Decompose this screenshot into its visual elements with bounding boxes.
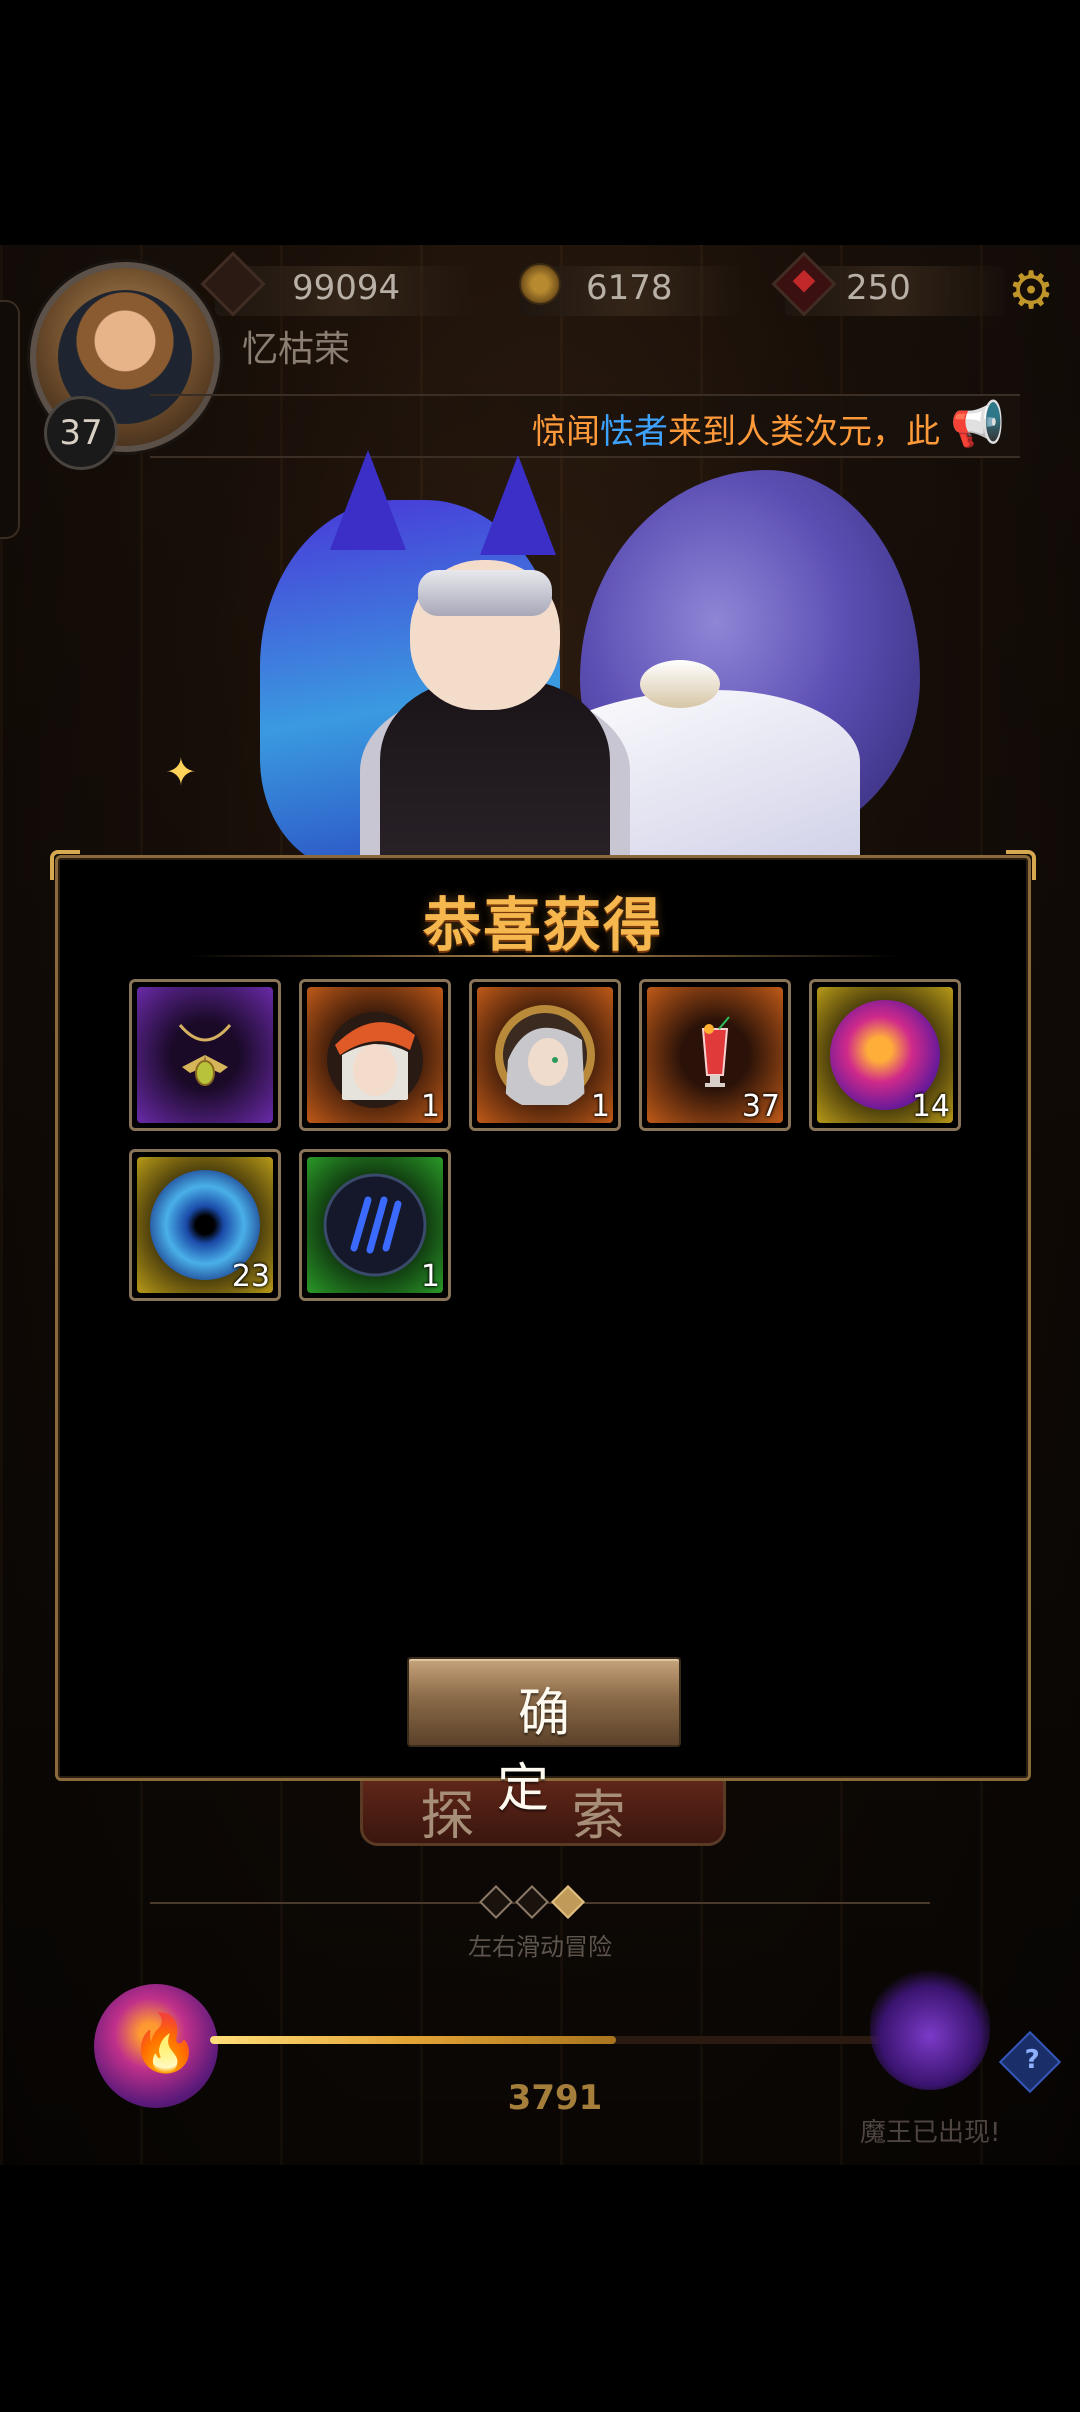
boss-label: 魔王已出现! — [860, 2118, 1001, 2148]
stamina-value: 99094 — [292, 268, 401, 308]
news-part2: 来到人类次元，此 — [668, 412, 940, 452]
gold-value: 6178 — [586, 268, 673, 308]
page-dot-active — [551, 1885, 585, 1919]
hero-portrait-red-hood-icon — [327, 1012, 423, 1108]
character-mask — [418, 570, 552, 616]
help-icon: ? — [1024, 2044, 1040, 2075]
reward-slot[interactable]: 1 — [299, 1149, 451, 1301]
news-ticker: 惊闻怯者来到人类次元，此 — [150, 394, 1020, 458]
level-badge: 37 — [44, 396, 118, 470]
reward-slot[interactable]: 23 — [129, 1149, 281, 1301]
confirm-button[interactable]: 确 定 — [407, 1657, 681, 1819]
dialog-title: 恭喜获得 — [422, 891, 663, 959]
confirm-label: 确 定 — [496, 1684, 612, 1819]
item-count: 37 — [741, 1089, 780, 1124]
page-indicator — [150, 1885, 930, 1919]
red-gem-icon — [771, 251, 837, 317]
fox-ear-right — [480, 455, 556, 555]
side-drawer-handle[interactable] — [0, 300, 20, 539]
hero-portrait-silver-hair-icon — [495, 1005, 595, 1105]
item-count: 1 — [420, 1259, 440, 1294]
level-value: 37 — [59, 413, 103, 453]
fox-ear-left — [330, 450, 406, 550]
megaphone-icon[interactable]: 📢 — [950, 398, 1005, 452]
player-name: 忆枯荣 — [242, 329, 351, 370]
character-charm — [640, 660, 720, 708]
claw-rune-icon — [323, 1173, 427, 1277]
page-dot — [479, 1885, 513, 1919]
swipe-hint: 左右滑动冒险 — [468, 1933, 612, 1961]
demon-king-icon[interactable] — [870, 1970, 990, 2090]
feather-diamond-icon — [200, 251, 266, 317]
progress-fill — [210, 2036, 616, 2044]
title-divider — [188, 955, 898, 957]
reward-slot[interactable]: 1 — [469, 979, 621, 1131]
news-highlight: 怯者 — [600, 412, 668, 452]
cocktail-icon — [701, 1016, 730, 1087]
news-text: 惊闻怯者来到人类次元，此 — [532, 404, 940, 453]
reward-dialog: 恭喜获得 1 1 37 14 23 1 确 定 — [50, 850, 1036, 1819]
winged-necklace-icon — [178, 1024, 232, 1086]
character-body — [380, 680, 610, 880]
item-count: 23 — [231, 1259, 270, 1294]
page-dot — [515, 1885, 549, 1919]
item-count: 1 — [590, 1089, 610, 1124]
sparkle-icon: ✦ — [165, 750, 197, 794]
news-part1: 惊闻 — [532, 412, 600, 452]
coin-icon — [512, 256, 568, 312]
reward-slot[interactable]: 14 — [809, 979, 961, 1131]
reward-slot[interactable] — [129, 979, 281, 1131]
reward-slot[interactable]: 1 — [299, 979, 451, 1131]
flame-icon: 🔥 — [130, 2011, 200, 2076]
item-count: 1 — [420, 1089, 440, 1124]
boss-progress-bar — [210, 2036, 910, 2044]
gem-value: 250 — [846, 268, 911, 308]
gear-icon[interactable]: ⚙ — [1004, 264, 1058, 318]
reward-slot[interactable]: 37 — [639, 979, 791, 1131]
item-count: 14 — [911, 1089, 950, 1124]
